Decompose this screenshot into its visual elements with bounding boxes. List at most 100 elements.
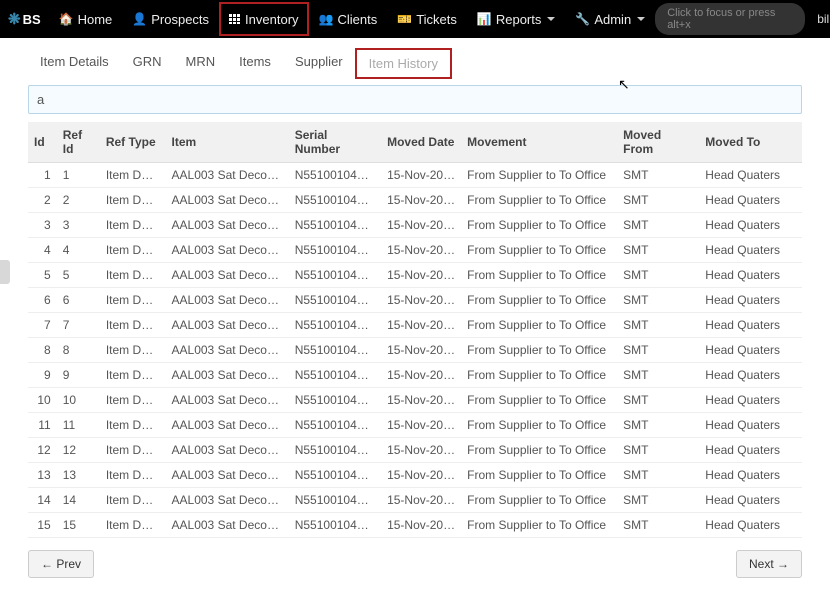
cell-moved_date: 15-Nov-2013 xyxy=(381,313,461,338)
home-icon: 🏠 xyxy=(59,12,74,26)
caret-down-icon xyxy=(637,17,645,21)
users-icon: 👥 xyxy=(319,12,334,26)
cell-serial: N55100104292 xyxy=(289,488,381,513)
tab-item-details[interactable]: Item Details xyxy=(28,48,121,79)
cell-moved_date: 15-Nov-2013 xyxy=(381,238,461,263)
tab-grn[interactable]: GRN xyxy=(121,48,174,79)
cell-movement: From Supplier to To Office xyxy=(461,513,617,538)
cell-item: AAL003 Sat Decoder xyxy=(166,338,289,363)
cell-moved_date: 15-Nov-2013 xyxy=(381,438,461,463)
col-serial[interactable]: Serial Number xyxy=(289,122,381,163)
col-item[interactable]: Item xyxy=(166,122,289,163)
cell-id: 9 xyxy=(28,363,57,388)
col-ref-id[interactable]: Ref Id xyxy=(57,122,100,163)
cell-moved_from: SMT xyxy=(617,338,699,363)
cell-item: AAL003 Sat Decoder xyxy=(166,488,289,513)
tab-mrn[interactable]: MRN xyxy=(174,48,228,79)
tab-items[interactable]: Items xyxy=(227,48,283,79)
global-search[interactable]: Click to focus or press alt+x xyxy=(655,3,805,35)
table-row[interactable]: 1111Item DetailAAL003 Sat DecoderN551001… xyxy=(28,413,802,438)
cell-ref_type: Item Detail xyxy=(100,163,166,188)
main-content: Item Details GRN MRN Items Supplier Item… xyxy=(0,38,830,590)
table-row[interactable]: 1212Item DetailAAL003 Sat DecoderN551001… xyxy=(28,438,802,463)
cell-serial: N55100104227 xyxy=(289,313,381,338)
nav-admin[interactable]: 🔧 Admin xyxy=(565,0,655,38)
col-movement[interactable]: Movement xyxy=(461,122,617,163)
col-moved-to[interactable]: Moved To xyxy=(699,122,802,163)
cell-moved_date: 15-Nov-2013 xyxy=(381,263,461,288)
cell-ref_id: 12 xyxy=(57,438,100,463)
nav-inventory[interactable]: Inventory xyxy=(219,2,308,36)
cell-item: AAL003 Sat Decoder xyxy=(166,438,289,463)
cell-moved_to: Head Quaters xyxy=(699,213,802,238)
tab-supplier[interactable]: Supplier xyxy=(283,48,355,79)
prev-button[interactable]: ← Prev xyxy=(28,550,94,578)
ticket-icon: 🎫 xyxy=(397,12,412,26)
cell-moved_from: SMT xyxy=(617,263,699,288)
cell-serial: N55100104268 xyxy=(289,413,381,438)
cell-serial: N55100104193 xyxy=(289,238,381,263)
col-ref-type[interactable]: Ref Type xyxy=(100,122,166,163)
nav-clients[interactable]: 👥 Clients xyxy=(309,0,388,38)
cell-moved_to: Head Quaters xyxy=(699,438,802,463)
cell-moved_to: Head Quaters xyxy=(699,388,802,413)
table-row[interactable]: 11Item DetailAAL003 Sat DecoderN55100104… xyxy=(28,163,802,188)
gear-icon: ❋ xyxy=(8,10,21,28)
cell-ref_id: 10 xyxy=(57,388,100,413)
cell-moved_from: SMT xyxy=(617,188,699,213)
cell-ref_id: 3 xyxy=(57,213,100,238)
cell-ref_type: Item Detail xyxy=(100,313,166,338)
table-row[interactable]: 22Item DetailAAL003 Sat DecoderN55100104… xyxy=(28,188,802,213)
table-row[interactable]: 55Item DetailAAL003 Sat DecoderN55100104… xyxy=(28,263,802,288)
table-row[interactable]: 1414Item DetailAAL003 Sat DecoderN551001… xyxy=(28,488,802,513)
cell-moved_from: SMT xyxy=(617,513,699,538)
cell-movement: From Supplier to To Office xyxy=(461,288,617,313)
cell-id: 1 xyxy=(28,163,57,188)
table-row[interactable]: 77Item DetailAAL003 Sat DecoderN55100104… xyxy=(28,313,802,338)
cell-serial: N55100104276 xyxy=(289,438,381,463)
cell-id: 7 xyxy=(28,313,57,338)
table-row[interactable]: 44Item DetailAAL003 Sat DecoderN55100104… xyxy=(28,238,802,263)
nav-home[interactable]: 🏠 Home xyxy=(49,0,123,38)
cell-item: AAL003 Sat Decoder xyxy=(166,213,289,238)
table-row[interactable]: 99Item DetailAAL003 Sat DecoderN55100104… xyxy=(28,363,802,388)
col-moved-date[interactable]: Moved Date xyxy=(381,122,461,163)
cell-serial: N55100104300 xyxy=(289,513,381,538)
inventory-subtabs: Item Details GRN MRN Items Supplier Item… xyxy=(28,48,802,79)
table-row[interactable]: 66Item DetailAAL003 Sat DecoderN55100104… xyxy=(28,288,802,313)
cell-ref_id: 1 xyxy=(57,163,100,188)
nav-reports[interactable]: 📊 Reports xyxy=(467,0,565,38)
table-row[interactable]: 1515Item DetailAAL003 Sat DecoderN551001… xyxy=(28,513,802,538)
col-id[interactable]: Id xyxy=(28,122,57,163)
nav-tickets[interactable]: 🎫 Tickets xyxy=(387,0,467,38)
cell-ref_type: Item Detail xyxy=(100,463,166,488)
cell-id: 5 xyxy=(28,263,57,288)
cell-ref_type: Item Detail xyxy=(100,413,166,438)
cell-ref_id: 13 xyxy=(57,463,100,488)
cell-moved_to: Head Quaters xyxy=(699,463,802,488)
nav-reports-label: Reports xyxy=(496,12,542,27)
next-button[interactable]: Next → xyxy=(736,550,802,578)
cell-movement: From Supplier to To Office xyxy=(461,188,617,213)
user-name: billing xyxy=(817,12,830,26)
cell-moved_date: 15-Nov-2013 xyxy=(381,463,461,488)
tab-item-history[interactable]: Item History xyxy=(355,48,452,79)
col-moved-from[interactable]: Moved From xyxy=(617,122,699,163)
cell-ref_type: Item Detail xyxy=(100,488,166,513)
side-drawer-handle[interactable] xyxy=(0,260,10,284)
table-row[interactable]: 1313Item DetailAAL003 Sat DecoderN551001… xyxy=(28,463,802,488)
user-menu[interactable]: billing xyxy=(817,12,830,26)
cell-moved_to: Head Quaters xyxy=(699,413,802,438)
table-row[interactable]: 1010Item DetailAAL003 Sat DecoderN551001… xyxy=(28,388,802,413)
table-row[interactable]: 88Item DetailAAL003 Sat DecoderN55100104… xyxy=(28,338,802,363)
filter-input[interactable] xyxy=(28,85,802,114)
nav-prospects[interactable]: 👤 Prospects xyxy=(122,0,219,38)
cell-ref_id: 14 xyxy=(57,488,100,513)
cell-serial: N55100104219 xyxy=(289,288,381,313)
table-row[interactable]: 33Item DetailAAL003 Sat DecoderN55100104… xyxy=(28,213,802,238)
cell-moved_from: SMT xyxy=(617,488,699,513)
cell-moved_date: 15-Nov-2013 xyxy=(381,388,461,413)
brand-logo[interactable]: ❋ BS xyxy=(8,10,41,28)
top-navbar: ❋ BS 🏠 Home 👤 Prospects Inventory 👥 Clie… xyxy=(0,0,830,38)
cell-moved_date: 15-Nov-2013 xyxy=(381,163,461,188)
